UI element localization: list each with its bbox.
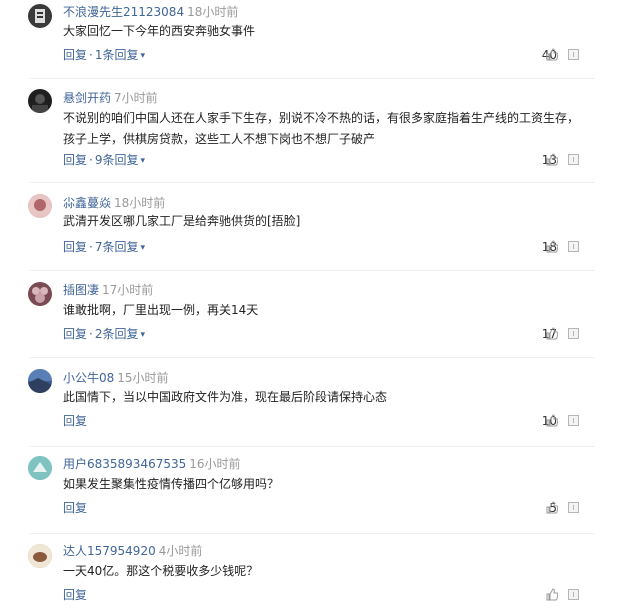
comment-meta: 插图凄 17小时前 (63, 282, 153, 298)
avatar[interactable] (28, 544, 52, 568)
comment-meta: 不浪漫先生21123084 18小时前 (63, 4, 238, 20)
report-icon[interactable] (568, 589, 579, 600)
timestamp: 18小时前 (187, 5, 239, 19)
thumbs-up-icon[interactable] (546, 240, 558, 253)
username[interactable]: 插图凄 (63, 283, 99, 297)
timestamp: 17小时前 (102, 283, 154, 297)
thumbs-up-icon[interactable] (546, 414, 558, 427)
avatar[interactable] (28, 369, 52, 393)
reply-button[interactable]: 回复 (63, 327, 87, 341)
comment-text: 一天40亿。那这个税要收多少钱呢？ (63, 564, 259, 578)
reply-button[interactable]: 回复 (63, 414, 87, 428)
view-replies-button[interactable]: 9条回复 (95, 153, 139, 167)
divider (30, 78, 595, 79)
view-replies-button[interactable]: 7条回复 (95, 240, 139, 254)
avatar[interactable] (28, 4, 52, 28)
timestamp: 16小时前 (189, 457, 241, 471)
chevron-down-icon: ▾ (140, 243, 146, 253)
comment-meta: 小公牛08 15小时前 (63, 370, 169, 386)
avatar[interactable] (28, 282, 52, 306)
comment-actions: 回复 (63, 587, 87, 603)
comment-actions: 回复 · 9条回复 ▾ (63, 152, 145, 169)
separator-dot: · (89, 48, 93, 62)
chevron-down-icon: ▾ (140, 330, 146, 340)
view-replies-button[interactable]: 1条回复 (95, 48, 139, 62)
username[interactable]: 达人157954920 (63, 544, 156, 558)
comment-actions: 回复 · 7条回复 ▾ (63, 239, 145, 256)
view-replies-button[interactable]: 2条回复 (95, 327, 139, 341)
reply-button[interactable]: 回复 (63, 153, 87, 167)
comment-meta: 用户6835893467535 16小时前 (63, 456, 241, 472)
reply-button[interactable]: 回复 (63, 588, 87, 602)
thumbs-up-icon[interactable] (546, 327, 558, 340)
timestamp: 7小时前 (114, 91, 158, 105)
comment-actions: 回复 · 1条回复 ▾ (63, 47, 145, 64)
report-icon[interactable] (568, 241, 579, 252)
report-icon[interactable] (568, 49, 579, 60)
thumbs-up-icon[interactable] (546, 48, 558, 61)
report-icon[interactable] (568, 415, 579, 426)
separator-dot: · (89, 153, 93, 167)
comment-text: 不说别的咱们中国人还在人家手下生存，别说不冷不热的话，有很多家庭指着生产线的工资… (63, 111, 580, 146)
avatar[interactable] (28, 89, 52, 113)
divider (30, 357, 595, 358)
divider (30, 533, 595, 534)
comment-text: 大家回忆一下今年的西安奔驰女事件 (63, 24, 256, 38)
report-icon[interactable] (568, 328, 579, 339)
username[interactable]: 尛鑫蔓焱 (63, 196, 111, 210)
timestamp: 15小时前 (117, 371, 169, 385)
thumbs-up-icon[interactable] (546, 501, 558, 514)
thumbs-up-icon[interactable] (546, 588, 558, 601)
divider (30, 446, 595, 447)
comment-actions: 回复 (63, 413, 87, 429)
comment-text: 此国情下，当以中国政府文件为准，现在最后阶段请保持心态 (63, 390, 388, 404)
separator-dot: · (89, 327, 93, 341)
separator-dot: · (89, 240, 93, 254)
comment-text: 谁敢批啊，厂里出现一例，再关14天 (63, 303, 259, 317)
comment-actions: 回复 (63, 500, 87, 516)
report-icon[interactable] (568, 502, 579, 513)
divider (30, 182, 595, 183)
username[interactable]: 用户6835893467535 (63, 457, 186, 471)
comment-text: 武清开发区哪几家工厂是给奔驰供货的[捂脸] (63, 214, 301, 228)
reply-button[interactable]: 回复 (63, 501, 87, 515)
reply-button[interactable]: 回复 (63, 240, 87, 254)
timestamp: 4小时前 (158, 544, 203, 558)
username[interactable]: 小公牛08 (63, 371, 114, 385)
comment-meta: 尛鑫蔓焱 18小时前 (63, 195, 165, 211)
divider (30, 270, 595, 271)
report-icon[interactable] (568, 154, 579, 165)
timestamp: 18小时前 (114, 196, 166, 210)
comment-text: 如果发生聚集性疫情传播四个亿够用吗？ (63, 477, 280, 491)
thumbs-up-icon[interactable] (546, 153, 558, 166)
chevron-down-icon: ▾ (140, 156, 146, 166)
chevron-down-icon: ▾ (140, 51, 146, 61)
comment-meta: 悬剑开药 7小时前 (63, 90, 158, 106)
username[interactable]: 悬剑开药 (63, 91, 111, 105)
avatar[interactable] (28, 456, 52, 480)
username[interactable]: 不浪漫先生21123084 (63, 5, 184, 19)
reply-button[interactable]: 回复 (63, 48, 87, 62)
comment-actions: 回复 · 2条回复 ▾ (63, 326, 145, 343)
avatar[interactable] (28, 194, 52, 218)
comment-meta: 达人157954920 4小时前 (63, 543, 202, 559)
